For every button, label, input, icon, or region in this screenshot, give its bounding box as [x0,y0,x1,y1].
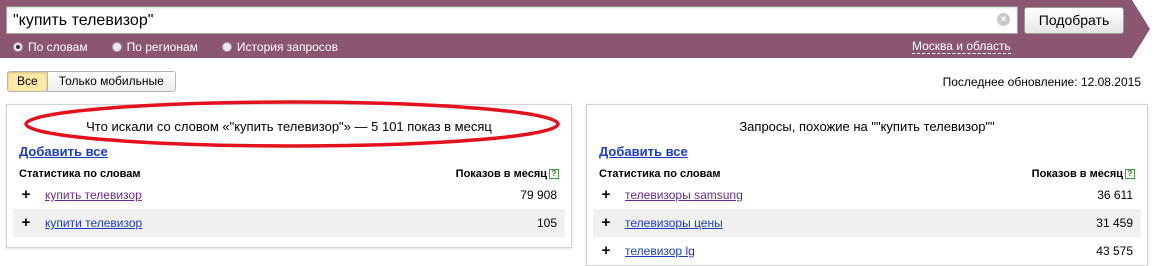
clear-icon[interactable]: × [997,13,1010,26]
help-icon[interactable]: ? [1125,169,1135,179]
radio-label: По регионам [126,40,198,54]
table-row: + купити телевизор 105 [13,209,565,237]
device-filter: Все Только мобильные [7,71,176,92]
filter-mobile-only[interactable]: Только мобильные [47,72,175,91]
add-all-button[interactable]: Добавить все [599,144,688,159]
add-all-button[interactable]: Добавить все [19,144,108,159]
keyword-link[interactable]: телевизор lg [625,244,695,258]
radio-dot-icon [111,42,122,52]
column-header-words: Статистика по словам [599,168,721,180]
table-row: + телевизоры samsung 36 611 [593,181,1141,209]
radio-label: По словам [28,40,88,54]
keyword-link[interactable]: телевизоры цены [625,216,723,230]
search-banner: "купить телевизор" × Подобрать По словам… [0,0,1156,58]
keyword-link[interactable]: купить телевизор [45,188,142,202]
keyword-list: + телевизоры samsung 36 611 + телевизоры… [593,181,1141,265]
plus-icon[interactable]: + [597,243,615,258]
radio-label: История запросов [236,40,338,54]
radio-dot-icon [221,42,232,52]
column-header-shows-label: Показов в месяц [455,168,547,180]
shows-count: 36 611 [1097,188,1133,202]
panel-title: Что искали со словом «"купить телевизор"… [86,119,492,134]
plus-icon[interactable]: + [597,215,615,230]
find-button[interactable]: Подобрать [1024,7,1124,34]
search-input[interactable]: "купить телевизор" [6,6,1018,34]
table-row: + телевизор lg 43 575 [593,237,1141,265]
panel-title: Запросы, похожие на ""купить телевизор"" [739,119,995,134]
shows-count: 79 908 [520,188,557,202]
filter-all[interactable]: Все [8,72,48,91]
keyword-link[interactable]: купити телевизор [45,216,142,230]
shows-count: 43 575 [1096,244,1133,258]
radio-by-regions[interactable]: По регионам [111,40,198,54]
shows-count: 105 [536,216,557,230]
radio-dot-icon [13,42,23,52]
shows-count: 31 459 [1096,216,1133,230]
keyword-list: + купить телевизор 79 908 + купити телев… [13,181,565,237]
column-header-shows-label: Показов в месяц [1031,168,1123,180]
table-row: + купить телевизор 79 908 [13,181,565,209]
panel-similar-queries: Запросы, похожие на ""купить телевизор""… [586,104,1148,266]
radio-query-history[interactable]: История запросов [221,40,338,54]
plus-icon[interactable]: + [597,187,615,202]
plus-icon[interactable]: + [17,215,35,230]
table-row: + телевизоры цены 31 459 [593,209,1141,237]
column-header-words: Статистика по словам [19,168,141,180]
region-link[interactable]: Москва и область [912,39,1011,54]
help-icon[interactable]: ? [549,169,559,179]
last-update: Последнее обновление: 12.08.2015 [942,75,1141,89]
column-header-shows: Показов в месяц ? [456,168,559,180]
panel-words: Что искали со словом «"купить телевизор"… [6,104,572,248]
keyword-link[interactable]: телевизоры samsung [625,188,743,202]
plus-icon[interactable]: + [17,187,35,202]
radio-by-words[interactable]: По словам [13,40,88,54]
search-mode-group: По словам По регионам История запросов [13,39,362,55]
column-header-shows: Показов в месяц ? [1032,168,1135,180]
